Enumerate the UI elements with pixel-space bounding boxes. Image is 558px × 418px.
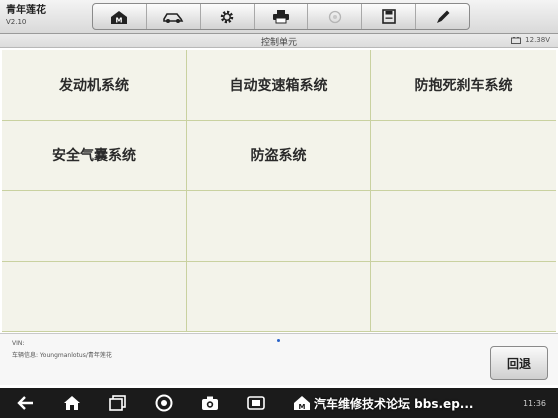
back-arrow-icon [17, 396, 33, 410]
pen-icon [436, 10, 450, 23]
m-home-icon: M [294, 396, 310, 411]
svg-text:M: M [299, 403, 306, 411]
home-icon: M [111, 10, 128, 24]
help-button[interactable] [308, 4, 363, 29]
nav-recents-button[interactable] [108, 394, 128, 412]
system-cell-immobilizer[interactable]: 防盗系统 [187, 120, 371, 191]
watermark-text: 汽车维修技术论坛 bbs.ep... [314, 397, 474, 411]
recent-apps-icon [109, 395, 126, 411]
app-title: 青年莲花 [6, 5, 46, 16]
svg-text:M: M [116, 16, 123, 24]
android-nav-bar: M [0, 388, 558, 418]
edit-button[interactable] [416, 4, 469, 29]
save-button[interactable] [362, 4, 417, 29]
status-clock: 11:36 [522, 399, 546, 408]
nav-home-button[interactable] [62, 394, 82, 412]
nav-camera-button[interactable] [200, 394, 220, 412]
system-cell-empty [2, 261, 187, 332]
system-cell-empty [2, 191, 187, 262]
printer-icon [273, 10, 289, 24]
vci-icon [247, 396, 265, 410]
section-header: 控制单元 12.38V [0, 34, 558, 48]
vehicle-button[interactable] [147, 4, 201, 29]
vehicle-icon [163, 12, 184, 23]
nav-browser-button[interactable] [154, 394, 174, 412]
back-button[interactable]: 回退 [490, 346, 548, 380]
control-unit-grid: 发动机系统 自动变速箱系统 防抱死刹车系统 安全气囊系统 防盗系统 [2, 50, 556, 332]
nav-vci-button[interactable] [246, 394, 266, 412]
system-cell-empty [187, 191, 371, 262]
system-cell-transmission[interactable]: 自动变速箱系统 [187, 50, 371, 121]
nav-maxifix-button[interactable]: M [292, 394, 312, 412]
top-bar: 青年莲花 V2.10 M [0, 0, 558, 34]
chrome-icon [155, 394, 173, 412]
system-cell-empty [371, 121, 556, 191]
system-cell-airbag[interactable]: 安全气囊系统 [2, 120, 187, 191]
system-cell-empty [371, 262, 556, 332]
vin-label: VIN: [12, 340, 25, 347]
battery-status: 12.38V [511, 36, 550, 44]
settings-button[interactable] [201, 4, 255, 29]
system-cell-abs[interactable]: 防抱死刹车系统 [371, 50, 556, 121]
gear-icon [220, 10, 234, 23]
save-icon [381, 9, 396, 24]
voltage-value: 12.38V [525, 36, 550, 44]
camera-icon [202, 396, 218, 410]
print-button[interactable] [255, 4, 309, 29]
home-button[interactable]: M [93, 4, 147, 29]
toolbar: M [92, 3, 470, 30]
page-title: 控制单元 [260, 38, 297, 48]
help-icon [328, 10, 342, 23]
vehicle-info-panel: VIN: 车辆信息: Youngmanlotus/青年莲花 [0, 333, 558, 385]
system-cell-empty [371, 191, 556, 262]
page-indicator [277, 339, 280, 342]
battery-icon [511, 36, 522, 44]
system-cell-empty [187, 261, 371, 332]
home-icon [64, 396, 80, 410]
app-version: V2.10 [6, 18, 27, 26]
vehicle-info-text: 车辆信息: Youngmanlotus/青年莲花 [12, 352, 112, 359]
system-cell-engine[interactable]: 发动机系统 [2, 50, 187, 121]
nav-back-button[interactable] [16, 394, 36, 412]
